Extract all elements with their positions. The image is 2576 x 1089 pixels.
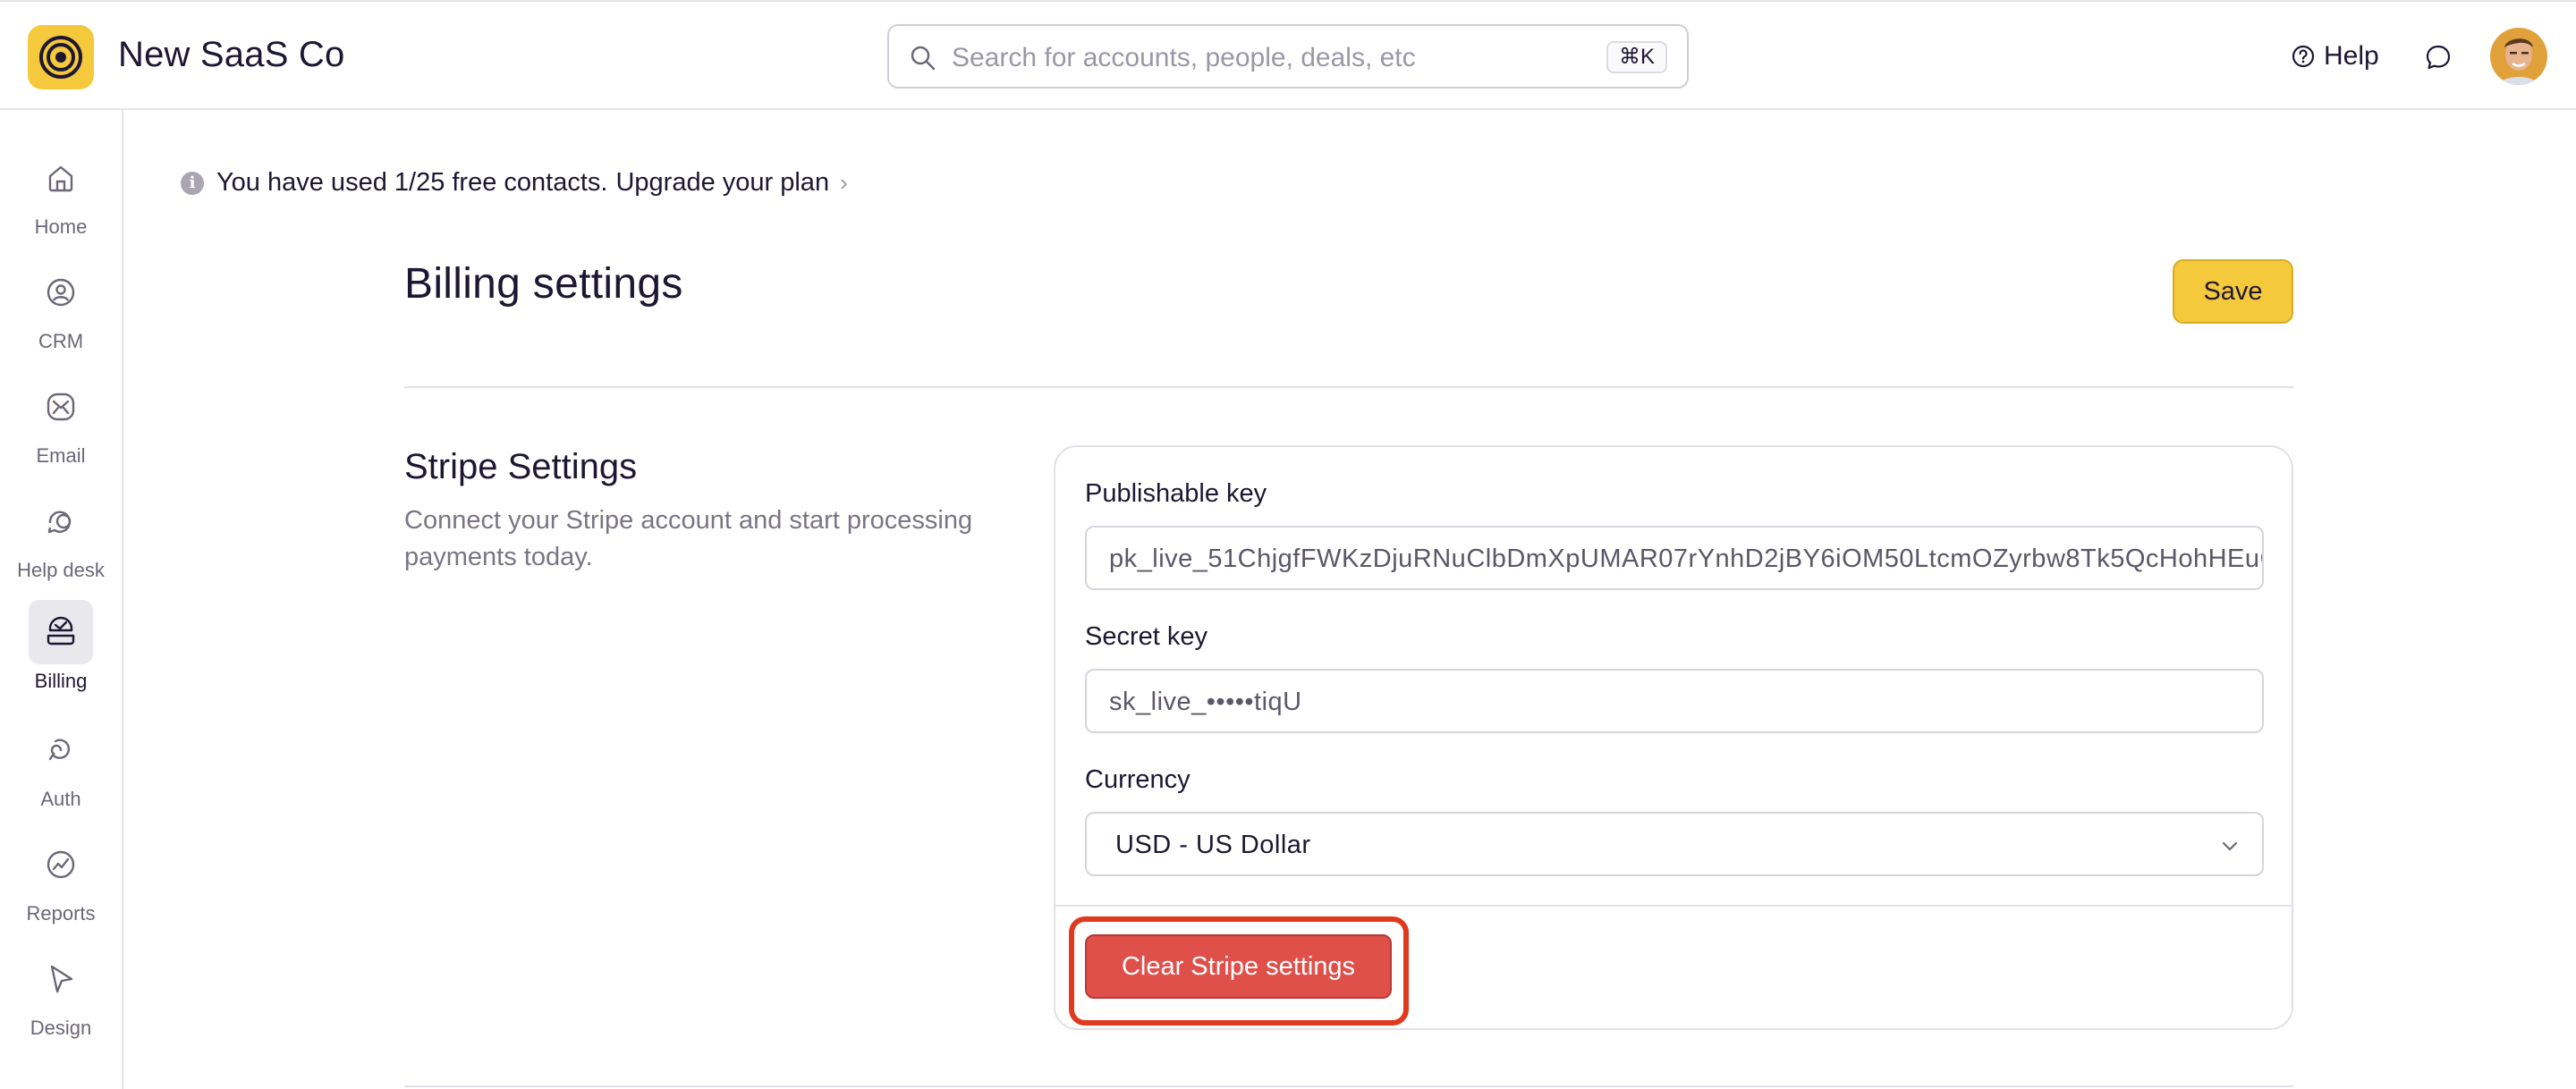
home-icon-wrap	[29, 146, 93, 210]
app-logo[interactable]	[28, 25, 94, 89]
sidebar-item-reports[interactable]: Reports	[0, 832, 122, 940]
clear-stripe-settings-button[interactable]: Clear Stripe settings	[1085, 934, 1392, 999]
cursor-icon	[50, 965, 73, 993]
search-shortcut: ⌘K	[1606, 41, 1667, 73]
secret-key-label: Secret key	[1085, 622, 1208, 651]
section-divider	[404, 1085, 2293, 1087]
currency-select[interactable]: USD - US Dollar	[1085, 812, 2264, 876]
help-label: Help	[2324, 41, 2379, 71]
usage-notice: i You have used 1/25 free contacts. Upgr…	[181, 168, 848, 198]
currency-label: Currency	[1085, 765, 1191, 794]
sidebar-item-label: Home	[34, 215, 88, 238]
sidebar-item-label: Reports	[26, 902, 96, 924]
secret-key-input[interactable]: sk_live_•••••tiqU	[1085, 669, 2264, 733]
upgrade-plan-link[interactable]: Upgrade your plan	[615, 168, 829, 198]
usage-text: You have used 1/25 free contacts.	[216, 168, 608, 197]
user-avatar[interactable]	[2490, 28, 2547, 85]
design-icon-wrap	[29, 947, 93, 1011]
header-divider	[404, 386, 2293, 388]
person-circle-icon	[47, 278, 75, 307]
sidebar-item-label: Email	[36, 444, 86, 467]
publishable-key-input[interactable]: pk_live_51ChjgfFWKzDjuRNuClbDmXpUMAR07rY…	[1085, 526, 2264, 590]
sidebar-item-label: CRM	[38, 330, 84, 352]
sidebar-item-email[interactable]: Email	[0, 375, 122, 482]
sidebar-item-billing[interactable]: Billing	[0, 600, 122, 707]
section-description: Connect your Stripe account and start pr…	[404, 506, 973, 571]
info-icon: i	[181, 171, 204, 195]
reports-icon-wrap	[29, 832, 93, 897]
stripe-settings-card: Publishable key pk_live_51ChjgfFWKzDjuRN…	[1054, 445, 2293, 1030]
currency-value: USD - US Dollar	[1115, 831, 1311, 859]
global-search[interactable]: Search for accounts, people, deals, etc …	[887, 24, 1689, 89]
sidebar-item-auth[interactable]: Auth	[0, 718, 122, 825]
chevron-down-icon	[2222, 841, 2238, 851]
sidebar-item-label: Billing	[34, 670, 88, 692]
auth-icon-wrap	[29, 718, 93, 782]
save-button[interactable]: Save	[2173, 259, 2293, 324]
search-icon	[911, 46, 936, 71]
page-title: Billing settings	[404, 260, 683, 308]
section-title: Stripe Settings	[404, 447, 638, 486]
sidebar-item-label: Auth	[40, 788, 81, 810]
app-name: New SaaS Co	[118, 35, 345, 74]
secret-key-value: sk_live_•••••tiqU	[1109, 688, 1302, 716]
email-icon	[47, 393, 75, 421]
help-icon	[2292, 45, 2315, 68]
home-icon	[48, 165, 73, 192]
chat-icon[interactable]	[2424, 43, 2453, 72]
helpdesk-icon-wrap	[29, 489, 93, 553]
sidebar-item-crm[interactable]: CRM	[0, 260, 122, 367]
logo-icon	[39, 36, 82, 79]
card-divider	[1055, 905, 2292, 907]
sidebar-item-design[interactable]: Design	[0, 947, 122, 1054]
sidebar: Home CRM Email Help desk Billing Auth Re…	[0, 110, 123, 1089]
crm-icon-wrap	[29, 260, 93, 325]
sidebar-item-label: Design	[30, 1017, 92, 1039]
avatar-image	[2490, 28, 2547, 85]
email-icon-wrap	[29, 375, 93, 439]
search-placeholder: Search for accounts, people, deals, etc	[952, 43, 1416, 72]
auth-icon	[48, 739, 71, 761]
billing-icon	[47, 616, 75, 646]
top-bar: New SaaS Co Search for accounts, people,…	[0, 0, 2576, 110]
chevron-right-icon: ›	[840, 169, 848, 196]
sidebar-item-label: Help desk	[17, 559, 105, 581]
chat-bubbles-icon	[47, 511, 72, 534]
help-button[interactable]: Help	[2292, 41, 2379, 72]
sidebar-item-help-desk[interactable]: Help desk	[0, 489, 122, 596]
reports-icon	[47, 850, 75, 879]
sidebar-item-home[interactable]: Home	[0, 146, 122, 253]
billing-icon-wrap	[29, 600, 93, 664]
publishable-key-value: pk_live_51ChjgfFWKzDjuRNuClbDmXpUMAR07rY…	[1109, 544, 2264, 573]
publishable-key-label: Publishable key	[1085, 479, 1267, 508]
